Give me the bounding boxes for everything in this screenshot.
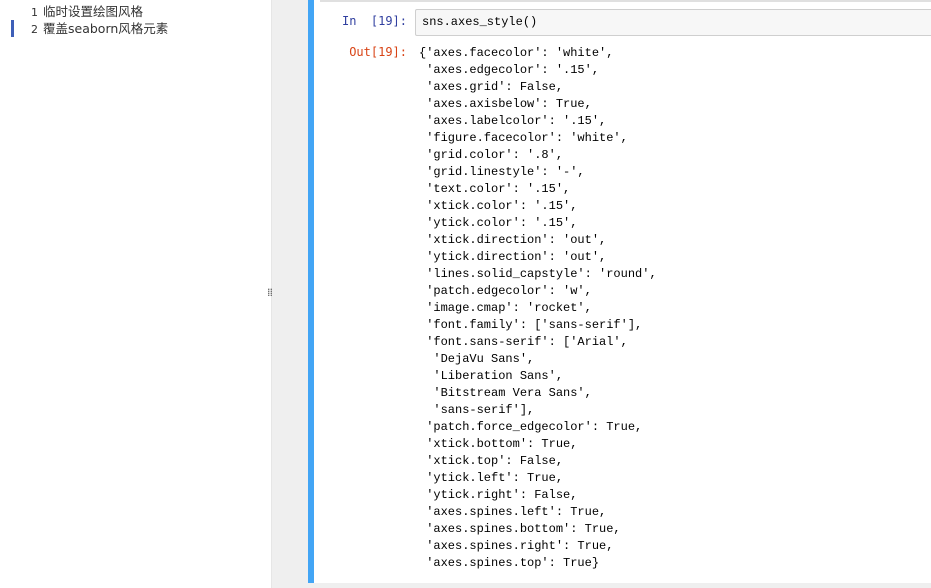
code-input-text: sns.axes_style() <box>422 15 538 29</box>
code-input[interactable]: sns.axes_style() <box>415 9 931 36</box>
panel-splitter[interactable] <box>272 0 290 588</box>
toc-item-1[interactable]: 1 临时设置绘图风格 <box>11 3 143 20</box>
output-line: 'grid.linestyle': '-', <box>419 165 585 179</box>
notebook-page: 1 临时设置绘图风格 2 覆盖seaborn风格元素 ⁞⁞ In [19]: sns… <box>0 0 931 588</box>
toc-item-number: 2 <box>31 23 38 36</box>
code-cell[interactable]: In [19]: sns.axes_style() Out[19]: {'axe… <box>308 0 931 583</box>
output-line: 'axes.spines.bottom': True, <box>419 522 621 536</box>
output-line: 'figure.facecolor': 'white', <box>419 131 628 145</box>
output-line: 'axes.spines.left': True, <box>419 505 607 519</box>
toc-item-label: 临时设置绘图风格 <box>43 4 144 19</box>
output-line: 'axes.grid': False, <box>419 80 564 94</box>
toc-item-2[interactable]: 2 覆盖seaborn风格元素 <box>11 20 168 37</box>
output-line: 'xtick.bottom': True, <box>419 437 578 451</box>
output-line: 'font.sans-serif': ['Arial', <box>419 335 628 349</box>
output-line: 'ytick.right': False, <box>419 488 578 502</box>
output-line: 'sans-serif'], <box>419 403 535 417</box>
output-line: 'axes.spines.right': True, <box>419 539 614 553</box>
notebook-area: In [19]: sns.axes_style() Out[19]: {'axe… <box>290 0 931 588</box>
input-prompt: In [19]: <box>341 14 407 28</box>
output-line: 'lines.solid_capstyle': 'round', <box>419 267 657 281</box>
splitter-grip-icon[interactable]: ⁞⁞ <box>267 287 273 298</box>
output-line: 'ytick.color': '.15', <box>419 216 578 230</box>
output-line: 'Bitstream Vera Sans', <box>419 386 592 400</box>
table-of-contents: 1 临时设置绘图风格 2 覆盖seaborn风格元素 <box>0 0 272 588</box>
output-line: 'axes.edgecolor': '.15', <box>419 63 600 77</box>
output-line: 'xtick.direction': 'out', <box>419 233 607 247</box>
output-line: 'Liberation Sans', <box>419 369 564 383</box>
output-prompt: Out[19]: <box>349 45 407 59</box>
output-line: 'ytick.left': True, <box>419 471 564 485</box>
output-line: 'ytick.direction': 'out', <box>419 250 607 264</box>
output-line: 'text.color': '.15', <box>419 182 571 196</box>
output-line: 'grid.color': '.8', <box>419 148 564 162</box>
output-line: 'DejaVu Sans', <box>419 352 535 366</box>
output-line: {'axes.facecolor': 'white', <box>419 46 614 60</box>
output-line: 'font.family': ['sans-serif'], <box>419 318 643 332</box>
output-line: 'patch.edgecolor': 'w', <box>419 284 592 298</box>
cell-output: {'axes.facecolor': 'white', 'axes.edgeco… <box>419 45 657 572</box>
output-line: 'patch.force_edgecolor': True, <box>419 420 643 434</box>
output-line: 'image.cmap': 'rocket', <box>419 301 592 315</box>
cell-top-border <box>320 0 931 2</box>
output-line: 'xtick.color': '.15', <box>419 199 578 213</box>
toc-item-label: 覆盖seaborn风格元素 <box>43 21 169 36</box>
output-line: 'axes.axisbelow': True, <box>419 97 592 111</box>
toc-item-number: 1 <box>31 6 38 19</box>
output-line: 'axes.spines.top': True} <box>419 556 600 570</box>
output-line: 'axes.labelcolor': '.15', <box>419 114 607 128</box>
output-line: 'xtick.top': False, <box>419 454 564 468</box>
